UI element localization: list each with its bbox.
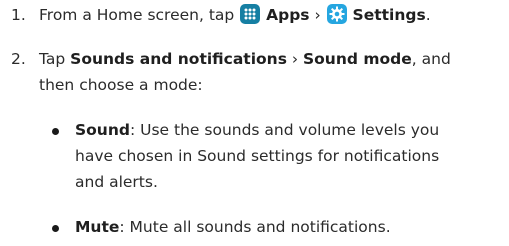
settings-label: Settings: [352, 6, 426, 24]
sound-mode-label: Sound mode: [303, 50, 412, 68]
step-1-number: 1.: [11, 6, 26, 24]
bullet-mute: [52, 225, 59, 232]
mode-mute-desc: : Mute all sounds and notifications.: [119, 218, 391, 236]
step-1-prefix: From a Home screen, tap: [39, 6, 240, 24]
mode-sound-term: Sound: [75, 121, 130, 139]
step-2-line-1: Tap Sounds and notifications › Sound mod…: [39, 46, 451, 72]
mode-sound-desc: : Use the sounds and volume levels you: [129, 121, 440, 139]
apps-label: Apps: [266, 6, 310, 24]
breadcrumb-separator: ›: [309, 6, 326, 24]
mode-mute-line-1: Mute: Mute all sounds and notifications.: [75, 214, 391, 240]
step-1-period: .: [425, 6, 431, 24]
mode-sound-line-2: have chosen in Sound settings for notifi…: [75, 147, 440, 165]
step-2-number: 2.: [11, 50, 26, 68]
breadcrumb-separator: ›: [286, 50, 303, 68]
sounds-notifications-label: Sounds and notifications: [70, 50, 287, 68]
step-2-prefix: Tap: [39, 50, 71, 68]
step-2-suffix: , and: [411, 50, 451, 68]
apps-grid-icon: [240, 4, 261, 24]
step-1-text: From a Home screen, tap Apps › Settings.: [39, 2, 431, 28]
mode-mute-term: Mute: [75, 218, 120, 236]
step-2-line-2: then choose a mode:: [39, 76, 203, 94]
settings-gear-icon: [326, 4, 347, 24]
mode-sound-line-3: and alerts.: [75, 173, 158, 191]
mode-sound-line-1: Sound: Use the sounds and volume levels …: [75, 117, 439, 143]
bullet-sound: [52, 128, 59, 135]
